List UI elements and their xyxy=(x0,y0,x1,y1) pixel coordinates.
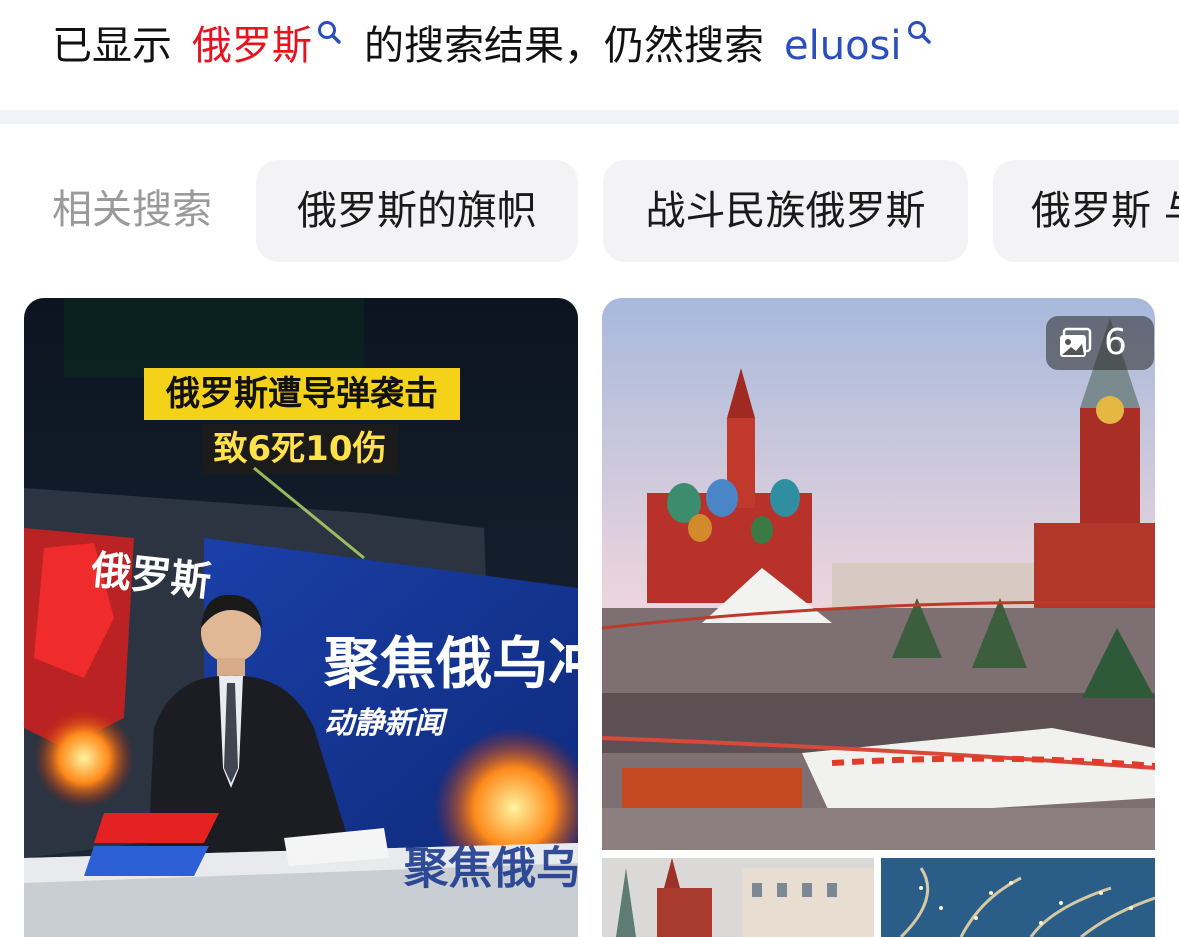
search-icon[interactable] xyxy=(906,19,932,45)
headline-line2: 致6死10伤 xyxy=(214,429,387,469)
correction-prefix: 已显示 xyxy=(52,23,172,69)
related-chip[interactable]: 俄罗斯的旗帜 xyxy=(256,160,578,262)
headline-line1: 俄罗斯遭导弹袭击 xyxy=(165,374,438,414)
spelling-correction-bar: 已显示 俄罗斯 的搜索结果，仍然搜索 eluosi xyxy=(0,0,1179,110)
section-divider xyxy=(0,110,1179,124)
desk-text: 聚焦俄乌冲 xyxy=(403,843,578,894)
original-term-link[interactable]: eluosi xyxy=(784,18,902,74)
images-stack-icon xyxy=(1060,327,1092,357)
related-searches: 相关搜索 俄罗斯的旗帜 战斗民族俄罗斯 俄罗斯 与 xyxy=(0,160,1179,262)
gallery-count-badge: 6 xyxy=(1046,316,1154,370)
search-icon[interactable] xyxy=(316,19,342,45)
photo-count: 6 xyxy=(1104,322,1127,363)
gallery-thumbnail[interactable] xyxy=(602,858,874,937)
screen-title: 聚焦俄乌冲 xyxy=(323,632,578,697)
related-searches-label: 相关搜索 xyxy=(52,187,212,233)
correction-middle: 的搜索结果，仍然搜索 xyxy=(364,23,764,69)
related-chip[interactable]: 俄罗斯 与 xyxy=(993,160,1179,262)
corrected-term-link[interactable]: 俄罗斯 xyxy=(192,18,312,74)
news-broadcast-thumbnail: 俄罗斯遭导弹袭击 致6死10伤 俄罗斯 聚焦俄乌冲 动静新闻 聚焦俄乌冲 xyxy=(24,298,578,937)
related-chip[interactable]: 战斗民族俄罗斯 xyxy=(603,160,968,262)
gallery-thumbnail[interactable] xyxy=(881,858,1155,937)
channel-logo: 动静新闻 xyxy=(324,706,448,741)
image-result-news[interactable]: 俄罗斯遭导弹袭击 致6死10伤 俄罗斯 聚焦俄乌冲 动静新闻 聚焦俄乌冲 xyxy=(24,298,578,937)
street-thumbnail xyxy=(602,858,874,937)
lights-thumbnail xyxy=(881,858,1155,937)
red-square-photo xyxy=(602,298,1155,850)
correction-text: 已显示 俄罗斯 的搜索结果，仍然搜索 eluosi xyxy=(52,18,932,74)
image-result-gallery-main[interactable] xyxy=(602,298,1155,850)
